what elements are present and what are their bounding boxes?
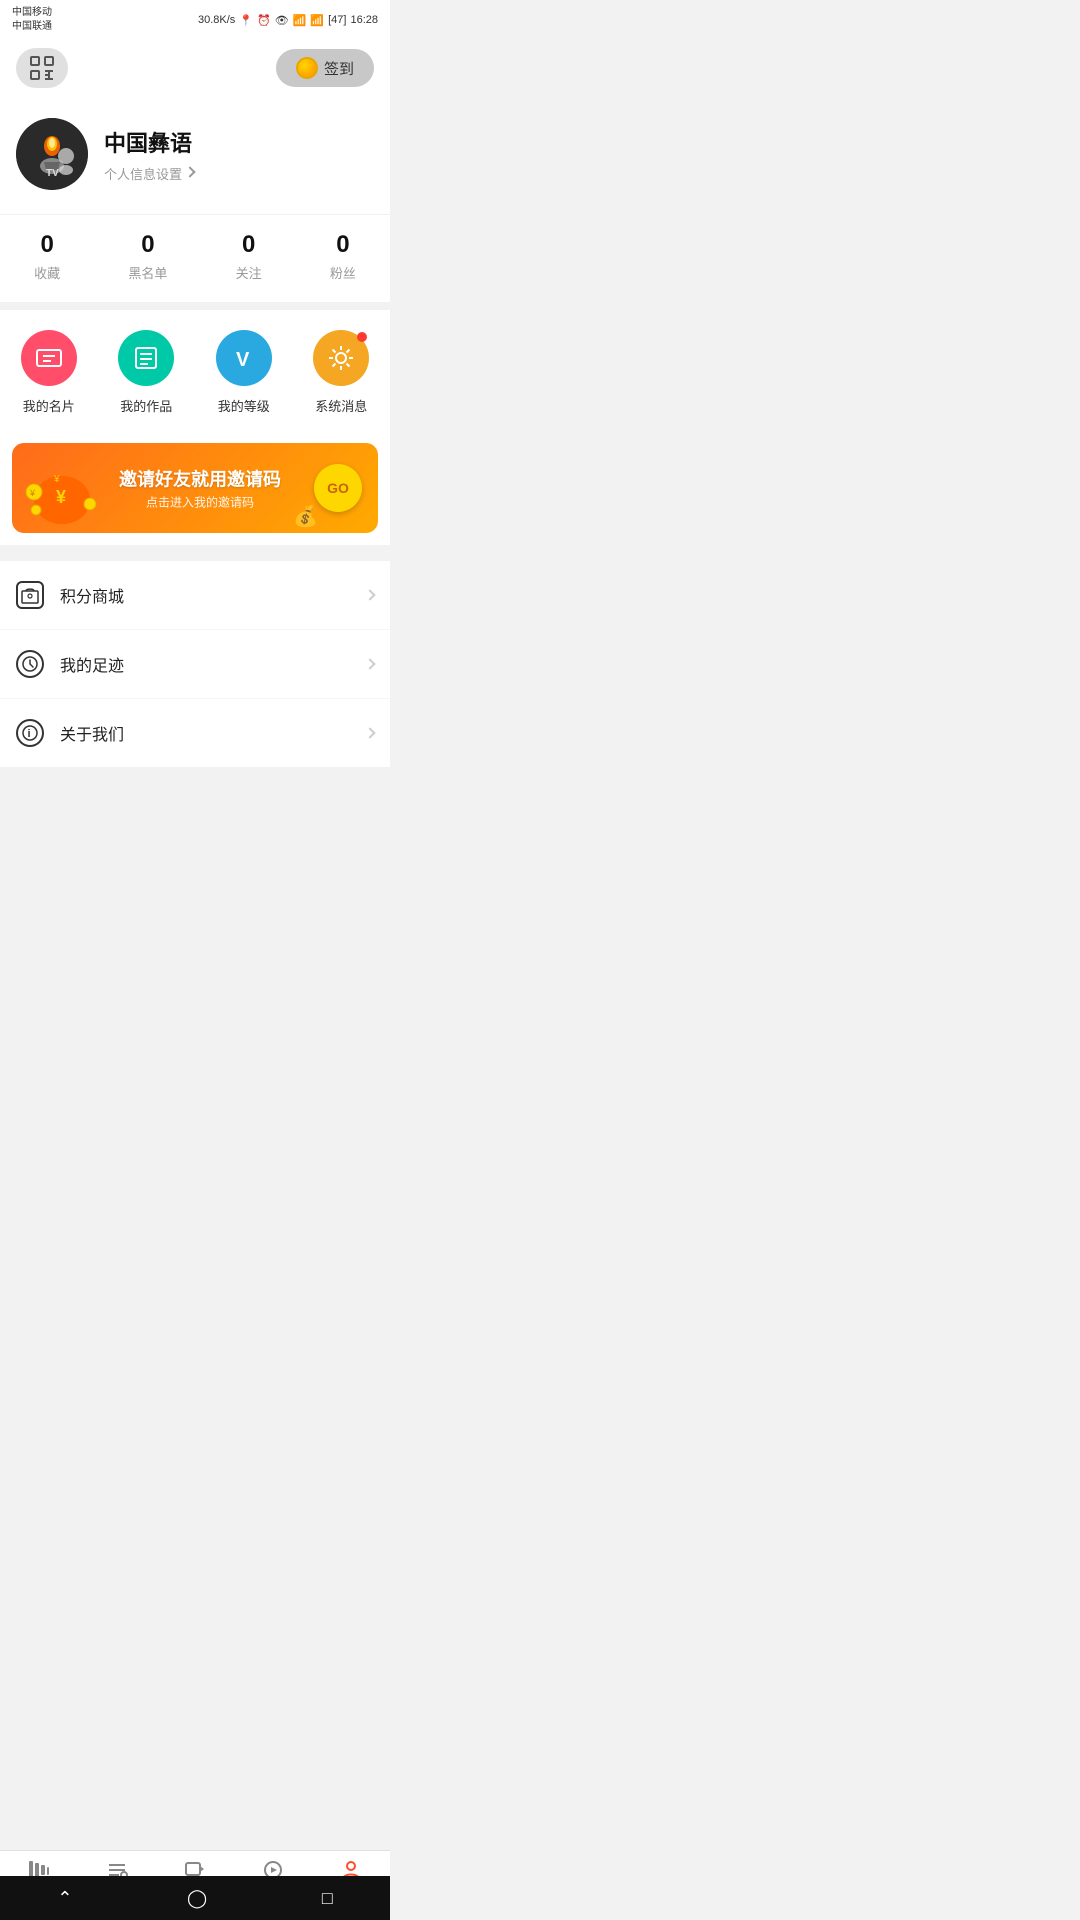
banner-section: ¥ ¥ ¥ 邀请好友就用邀请码 点击进入我的邀请码 GO 💰 [0, 431, 390, 545]
carrier-info: 中国移动 中国联通 [12, 6, 52, 34]
top-bar: 签到 [0, 38, 390, 98]
divider2 [0, 545, 390, 553]
system-badge [357, 332, 367, 342]
svg-text:V: V [236, 349, 250, 371]
wifi-icon: 📶 [293, 14, 307, 27]
chevron-right-icon [184, 166, 195, 177]
menu-list: 积分商城 我的足迹 i 关于我们 [0, 561, 390, 767]
recent-button[interactable]: □ [314, 1880, 341, 1917]
quick-menu: 我的名片 我的作品 V 我的等级 系统消息 [0, 310, 390, 431]
signal-icon: 📶 [310, 14, 324, 27]
profile-name: 中国彝语 [104, 126, 374, 158]
eye-icon: 👁 [275, 14, 289, 27]
system-label: 系统消息 [315, 396, 367, 415]
stat-number: 0 [336, 231, 349, 259]
menu-item-level[interactable]: V 我的等级 [216, 330, 272, 415]
stat-item-收藏[interactable]: 0 收藏 [34, 231, 60, 282]
stat-number: 0 [40, 231, 53, 259]
stat-label: 关注 [236, 263, 262, 282]
footprint-chevron-icon [364, 658, 375, 669]
stat-item-粉丝[interactable]: 0 粉丝 [330, 231, 356, 282]
carrier1: 中国移动 [12, 6, 52, 20]
battery-icon: [47] [328, 14, 346, 26]
status-right: 30.8K/s 📍 ⏰ 👁 📶 📶 [47] 16:28 [198, 14, 378, 27]
menu-item-namecard[interactable]: 我的名片 [21, 330, 77, 415]
scan-button[interactable] [16, 48, 68, 88]
stat-label: 收藏 [34, 263, 60, 282]
stats-section: 0 收藏 0 黑名单 0 关注 0 粉丝 [0, 214, 390, 302]
works-icon [118, 330, 174, 386]
coin-icon [296, 57, 318, 79]
stat-item-关注[interactable]: 0 关注 [236, 231, 262, 282]
shop-chevron-icon [364, 589, 375, 600]
banner-decoration-left: ¥ ¥ ¥ [12, 443, 112, 533]
svg-text:¥: ¥ [56, 487, 66, 507]
avatar: TV [16, 118, 88, 190]
checkin-button[interactable]: 签到 [276, 49, 374, 87]
system-icon [313, 330, 369, 386]
invite-banner[interactable]: ¥ ¥ ¥ 邀请好友就用邀请码 点击进入我的邀请码 GO 💰 [12, 443, 378, 533]
menu-item-system[interactable]: 系统消息 [313, 330, 369, 415]
footprint-menu-item[interactable]: 我的足迹 [0, 630, 390, 699]
banner-center: 邀请好友就用邀请码 点击进入我的邀请码 [102, 466, 298, 511]
menu-item-works[interactable]: 我的作品 [118, 330, 174, 415]
profile-settings[interactable]: 个人信息设置 [104, 164, 374, 183]
home-button[interactable]: ◯ [179, 1880, 215, 1917]
about-label: 关于我们 [60, 721, 366, 745]
alarm-icon: ⏰ [257, 14, 271, 27]
banner-title: 邀请好友就用邀请码 [102, 466, 298, 492]
svg-text:TV: TV [46, 168, 59, 179]
back-button[interactable]: ⌃ [49, 1880, 80, 1917]
svg-text:i: i [28, 728, 31, 740]
stat-number: 0 [141, 231, 154, 259]
location-icon: 📍 [239, 14, 253, 27]
divider1 [0, 302, 390, 310]
banner-right: GO [314, 464, 362, 512]
stat-item-黑名单[interactable]: 0 黑名单 [128, 231, 167, 282]
footprint-icon [16, 650, 44, 678]
network-speed: 30.8K/s [198, 14, 235, 26]
shop-menu-item[interactable]: 积分商城 [0, 561, 390, 630]
svg-text:¥: ¥ [29, 488, 36, 498]
shop-icon [16, 581, 44, 609]
footprint-label: 我的足迹 [60, 652, 366, 676]
level-label: 我的等级 [218, 396, 270, 415]
profile-section: TV 中国彝语 个人信息设置 [0, 98, 390, 214]
go-button[interactable]: GO [314, 464, 362, 512]
namecard-label: 我的名片 [23, 396, 75, 415]
banner-subtitle: 点击进入我的邀请码 [102, 494, 298, 511]
checkin-label: 签到 [324, 58, 354, 79]
stat-label: 粉丝 [330, 263, 356, 282]
android-nav: ⌃ ◯ □ [0, 1876, 390, 1920]
stat-number: 0 [242, 231, 255, 259]
about-menu-item[interactable]: i 关于我们 [0, 699, 390, 767]
coins-decoration: 💰 [293, 504, 318, 529]
profile-info: 中国彝语 个人信息设置 [104, 126, 374, 183]
carrier2: 中国联通 [12, 20, 52, 34]
namecard-icon [21, 330, 77, 386]
works-label: 我的作品 [120, 396, 172, 415]
about-chevron-icon [364, 727, 375, 738]
stat-label: 黑名单 [128, 263, 167, 282]
level-icon: V [216, 330, 272, 386]
settings-label: 个人信息设置 [104, 164, 182, 183]
about-icon: i [16, 719, 44, 747]
time: 16:28 [350, 14, 378, 26]
shop-label: 积分商城 [60, 583, 366, 607]
svg-text:¥: ¥ [53, 474, 60, 485]
status-bar: 中国移动 中国联通 30.8K/s 📍 ⏰ 👁 📶 📶 [47] 16:28 [0, 0, 390, 38]
